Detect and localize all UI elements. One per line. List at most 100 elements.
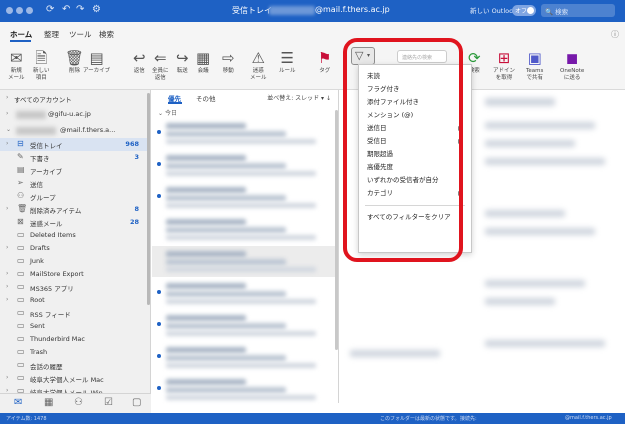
help-icon[interactable]: ⓘ (611, 29, 619, 40)
undo-icon[interactable]: ↶ (62, 4, 70, 15)
all-accounts-row[interactable]: › すべてのアカウント (0, 92, 147, 105)
mail-icon[interactable]: ✉ (14, 397, 22, 408)
onenote-button[interactable]: ◼ OneNote に送る (560, 48, 584, 82)
sidebar-item-drafts[interactable]: › ▭ Drafts (0, 242, 147, 255)
list-item[interactable] (152, 374, 335, 405)
sender (166, 155, 246, 161)
folder-label: 削除済みアイテム (30, 207, 82, 215)
folder-icon: ▭ (17, 373, 25, 382)
tab-home[interactable]: ホーム (10, 29, 32, 40)
add-in-button[interactable]: ⊞ アドイン を取得 (493, 48, 515, 82)
tab-search[interactable]: 検索 (99, 29, 114, 40)
sidebar-item-thunderbird[interactable]: ▭ Thunderbird Mac (0, 333, 147, 346)
forward-button[interactable]: ↪ 転送 (176, 48, 189, 75)
close-window-button[interactable] (6, 7, 13, 14)
archive-icon: ▤ (17, 165, 25, 174)
sidebar-item-sent-jp[interactable]: ➢ 送信 (0, 177, 147, 190)
blurred-text (485, 98, 555, 106)
people-icon[interactable]: ⚇ (74, 397, 83, 408)
rules-label: ルール (279, 68, 296, 74)
tag-button[interactable]: ⚑ タグ (318, 48, 331, 75)
folder-label: Deleted Items (30, 231, 76, 239)
sidebar-item-archive[interactable]: ▤ アーカイブ (0, 164, 147, 177)
sidebar-item-junk-jp[interactable]: ⊠ 迷惑メール 28 (0, 216, 147, 229)
sidebar-item-root[interactable]: › ▭ Root (0, 294, 147, 307)
customize-icon[interactable]: ⚙ (92, 4, 101, 15)
preview (166, 331, 316, 336)
delete-button[interactable]: 🗑 削除 (65, 48, 84, 75)
sidebar-item-sent[interactable]: ▭ Sent (0, 320, 147, 333)
list-item[interactable] (152, 278, 335, 309)
list-item[interactable] (152, 342, 335, 373)
group-header-today[interactable]: ⌄ 今日 (158, 108, 177, 117)
reply-button[interactable]: ↩ 返信 (133, 48, 146, 75)
notes-icon[interactable]: ▢ (132, 397, 141, 408)
chevron-right-icon: › (6, 244, 9, 251)
folder-scrollbar[interactable] (147, 93, 150, 305)
sort-label: 並べ替え: スレッド (267, 95, 320, 102)
meeting-button[interactable]: ▦ 会議 (196, 48, 210, 75)
move-button[interactable]: ⇨ 移動 (222, 48, 235, 75)
chevron-right-icon: › (6, 270, 9, 277)
list-item[interactable] (152, 118, 335, 149)
minimize-window-button[interactable] (16, 7, 23, 14)
add-in-label: アドイン を取得 (493, 68, 516, 81)
sidebar-item-deleted-jp[interactable]: › 🗑 削除済みアイテム 8 (0, 203, 147, 216)
tasks-icon[interactable]: ☑ (104, 397, 113, 408)
sort-dropdown[interactable]: 並べ替え: スレッド ▾ ↓ (267, 93, 331, 102)
new-items-button[interactable]: 🗎 新しい 項目 (33, 48, 50, 82)
list-item-selected[interactable] (152, 246, 335, 277)
unread-dot (157, 130, 161, 134)
search-input[interactable]: 🔍 検索 (541, 4, 615, 17)
sidebar-item-drafts-jp[interactable]: ✎ 下書き 3 (0, 151, 147, 164)
sidebar-item-conversation-history[interactable]: ▭ 会話の履歴 (0, 359, 147, 372)
ribbon: ホーム 整理 ツール 検索 ⓘ ✉ 新規 メール 🗎 新しい 項目 🗑 削除 ▤ アーカイブ… (0, 22, 625, 90)
junk-button[interactable]: ⚠ 迷惑 メール (250, 48, 267, 82)
sidebar-item-rss[interactable]: ▭ RSS フィード (0, 307, 147, 320)
list-item[interactable] (152, 150, 335, 181)
sidebar-item-inbox[interactable]: › ⊟ 受信トレイ 968 (0, 138, 147, 151)
list-item[interactable] (152, 310, 335, 341)
sidebar-item-trash[interactable]: ▭ Trash (0, 346, 147, 359)
blurred-text (350, 350, 440, 357)
folder-label: Trash (30, 348, 48, 356)
teams-share-button[interactable]: ▣ Teams で共有 (526, 48, 543, 82)
tab-other[interactable]: その他 (196, 93, 216, 103)
sidebar-item-mailstore[interactable]: › ▭ MailStore Export (0, 268, 147, 281)
new-mail-button[interactable]: ✉ 新規 メール (8, 48, 25, 82)
archive-button[interactable]: ▤ アーカイブ (83, 48, 110, 75)
rules-button[interactable]: ☰ ルール (279, 48, 296, 75)
redo-icon[interactable]: ↷ (76, 4, 84, 15)
folder-label: 受信トレイ (30, 142, 63, 150)
sidebar-item-gifu-mac[interactable]: › ▭ 岐阜大学個人メール Mac (0, 372, 147, 385)
zoom-window-button[interactable] (26, 7, 33, 14)
new-outlook-toggle[interactable]: オフ (512, 5, 536, 16)
sidebar-item-ms365[interactable]: › ▭ MS365 アプリ (0, 281, 147, 294)
sender (166, 347, 246, 353)
chevron-right-icon: › (6, 296, 9, 303)
reply-label: 返信 (133, 68, 145, 74)
connected-label: 接続先: (460, 416, 477, 422)
sidebar-item-deleted-items[interactable]: ▭ Deleted Items (0, 229, 147, 242)
subject (166, 163, 286, 169)
new-mail-label: 新規 メール (8, 68, 25, 81)
list-item[interactable] (152, 214, 335, 245)
folder-label: グループ (30, 194, 56, 202)
sync-icon[interactable]: ⟳ (46, 4, 54, 15)
reply-all-button[interactable]: ⇐ 全員に 返信 (152, 48, 169, 82)
calendar-icon[interactable]: ▦ (44, 397, 53, 408)
tab-tools[interactable]: ツール (69, 29, 92, 40)
sidebar-item-groups[interactable]: ⚇ グループ (0, 190, 147, 203)
account-thers-row[interactable]: ⌄ @mail.f.thers.a... (0, 124, 147, 137)
sender (166, 123, 246, 129)
account-gifu-row[interactable]: › @gifu-u.ac.jp (0, 108, 147, 121)
chevron-right-icon: › (6, 94, 9, 101)
list-item[interactable] (152, 182, 335, 213)
tab-organize[interactable]: 整理 (44, 29, 59, 40)
all-accounts-label: すべてのアカウント (14, 96, 72, 104)
unread-dot (157, 194, 161, 198)
sidebar-item-junk[interactable]: ▭ Junk (0, 255, 147, 268)
message-list-scrollbar[interactable] (335, 110, 338, 350)
preview (166, 363, 316, 368)
message-list: 優先 その他 並べ替え: スレッド ▾ ↓ ⌄ 今日 (152, 90, 339, 403)
